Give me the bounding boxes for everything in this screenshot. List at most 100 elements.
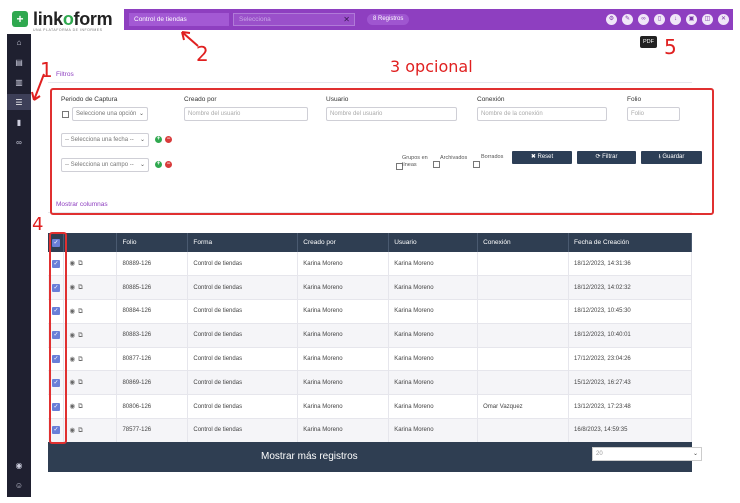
view-eye-icon[interactable]: ◉: [69, 426, 75, 434]
table-row[interactable]: ✓ ◉ ⧉ 80889-126 Control de tiendas Karina Mor…: [48, 252, 692, 277]
table-cell: Karina Moreno: [388, 347, 479, 372]
view-eye-icon[interactable]: ◉: [69, 402, 75, 410]
divider: [48, 82, 692, 83]
row-actions-cell: ◉ ⧉: [63, 323, 118, 348]
page-size-select[interactable]: 20 ⌄: [592, 447, 702, 461]
copy-icon[interactable]: ⧉: [78, 403, 83, 411]
view-eye-icon[interactable]: ◉: [69, 378, 75, 386]
linkaform-logo: linkoform: [33, 9, 113, 30]
row-actions-cell: ◉ ⧉: [63, 275, 118, 301]
row-actions-cell: ◉ ⧉: [63, 347, 118, 372]
table-row[interactable]: ✓ ◉ ⧉ 80884-126 Control de tiendas Karina Mor…: [48, 299, 692, 324]
table-cell: 18/12/2023, 10:45:30: [568, 299, 692, 324]
table-cell: Karina Moreno: [297, 252, 390, 277]
show-more-button[interactable]: Mostrar más registros: [261, 451, 358, 462]
records-count-badge: 8 Registros: [367, 14, 410, 25]
table-row[interactable]: ✓ ◉ ⧉ 80883-126 Control de tiendas Karina Mor…: [48, 323, 692, 348]
table-cell: 80869-126: [116, 370, 189, 396]
view-eye-icon[interactable]: ◉: [69, 259, 75, 267]
copy-icon[interactable]: ⧉: [78, 308, 83, 316]
download-icon[interactable]: ↓: [670, 14, 681, 25]
logo-text-left: link: [33, 9, 63, 29]
table-cell: [477, 347, 570, 372]
table-cell: 18/12/2023, 14:31:36: [568, 252, 692, 277]
filters-link[interactable]: Filtros: [56, 71, 74, 78]
pdf-icon[interactable]: ▯: [654, 14, 665, 25]
table-cell: Control de tiendas: [187, 323, 299, 348]
table-cell: Karina Moreno: [297, 323, 390, 348]
table-cell: [477, 370, 570, 396]
table-cell: 16/8/2023, 14:59:35: [568, 418, 692, 443]
table-cell: Control de tiendas: [187, 252, 299, 277]
row-actions-cell: ◉ ⧉: [63, 252, 118, 277]
document-icon[interactable]: ▤: [7, 54, 31, 70]
table-cell: Omar Vazquez: [477, 394, 570, 420]
row-actions-cell: ◉ ⧉: [63, 299, 118, 324]
table-row[interactable]: ✓ ◉ ⧉ 80806-126 Control de tiendas Karina Mor…: [48, 394, 692, 420]
actions-header: [63, 233, 118, 252]
logo-tagline: UNA PLATAFORMA DE INFORMES: [33, 28, 103, 32]
table-cell: [477, 275, 570, 301]
record-search-select[interactable]: Selecciona ✕: [233, 13, 355, 26]
column-header[interactable]: Forma: [187, 233, 299, 252]
column-header[interactable]: Usuario: [388, 233, 479, 252]
clear-icon[interactable]: ✕: [343, 14, 350, 25]
form-select[interactable]: Control de tiendas: [129, 13, 229, 26]
table-row[interactable]: ✓ ◉ ⧉ 80869-126 Control de tiendas Karina Mor…: [48, 370, 692, 396]
view-eye-icon[interactable]: ◉: [69, 355, 75, 363]
logo-text-right: form: [73, 9, 113, 29]
notifications-icon[interactable]: ◉: [7, 457, 31, 473]
copy-icon[interactable]: ⧉: [78, 332, 83, 340]
copy-icon[interactable]: ⧉: [78, 284, 83, 292]
table-cell: Karina Moreno: [388, 394, 479, 420]
table-cell: Karina Moreno: [297, 394, 390, 420]
table-header-row: ✓ Folio Forma Creado por Usuario Conexió…: [48, 233, 692, 252]
table-cell: Control de tiendas: [187, 299, 299, 324]
export-icon[interactable]: ▣: [686, 14, 697, 25]
records-list-icon[interactable]: ☰: [7, 94, 31, 110]
column-header[interactable]: Fecha de Creación: [568, 233, 692, 252]
row-actions-cell: ◉ ⧉: [63, 418, 118, 443]
view-eye-icon[interactable]: ◉: [69, 307, 75, 315]
upload-icon[interactable]: ◫: [702, 14, 713, 25]
gear-icon[interactable]: ⚙: [606, 14, 617, 25]
view-eye-icon[interactable]: ◉: [69, 331, 75, 339]
trash-icon[interactable]: ✕: [718, 14, 729, 25]
table-row[interactable]: ✓ ◉ ⧉ 80885-126 Control de tiendas Karina Mor…: [48, 275, 692, 301]
table-cell: Karina Moreno: [297, 299, 390, 324]
annotation-5: 5: [664, 35, 677, 59]
table-cell: 78577-126: [116, 418, 189, 443]
table-cell: [477, 418, 570, 443]
user-avatar-icon[interactable]: ☺: [7, 477, 31, 493]
chart-icon[interactable]: ▮: [7, 114, 31, 130]
copy-icon[interactable]: ⧉: [78, 260, 83, 268]
table-cell: Karina Moreno: [297, 418, 390, 443]
table-row[interactable]: ✓ ◉ ⧉ 78577-126 Control de tiendas Karina Mor…: [48, 418, 692, 443]
table-cell: Karina Moreno: [297, 370, 390, 396]
column-header[interactable]: Conexión: [477, 233, 570, 252]
home-icon[interactable]: ⌂: [7, 34, 31, 50]
annotation-box-checkboxes: [49, 232, 67, 444]
column-header[interactable]: Creado por: [297, 233, 390, 252]
copy-icon[interactable]: ⧉: [78, 379, 83, 387]
row-actions-cell: ◉ ⧉: [63, 370, 118, 396]
copy-icon[interactable]: ⧉: [78, 427, 83, 435]
table-row[interactable]: ✓ ◉ ⧉ 80877-126 Control de tiendas Karina Mor…: [48, 347, 692, 372]
table-cell: Karina Moreno: [388, 370, 479, 396]
annotation-3: 3 opcional: [390, 57, 473, 76]
row-actions-cell: ◉ ⧉: [63, 394, 118, 420]
pen-icon[interactable]: ✎: [622, 14, 633, 25]
view-eye-icon[interactable]: ◉: [69, 283, 75, 291]
table-cell: 80884-126: [116, 299, 189, 324]
book-icon[interactable]: ▥: [7, 74, 31, 90]
table-cell: Control de tiendas: [187, 347, 299, 372]
binoculars-icon[interactable]: ∞: [638, 14, 649, 25]
table-cell: 80877-126: [116, 347, 189, 372]
column-header[interactable]: Folio: [116, 233, 189, 252]
link-icon[interactable]: ∞: [7, 134, 31, 150]
logo-text-o: o: [62, 9, 74, 29]
table-cell: Control de tiendas: [187, 275, 299, 301]
copy-icon[interactable]: ⧉: [78, 356, 83, 364]
annotation-box-filters: [50, 88, 714, 215]
add-record-button[interactable]: +: [12, 11, 28, 27]
